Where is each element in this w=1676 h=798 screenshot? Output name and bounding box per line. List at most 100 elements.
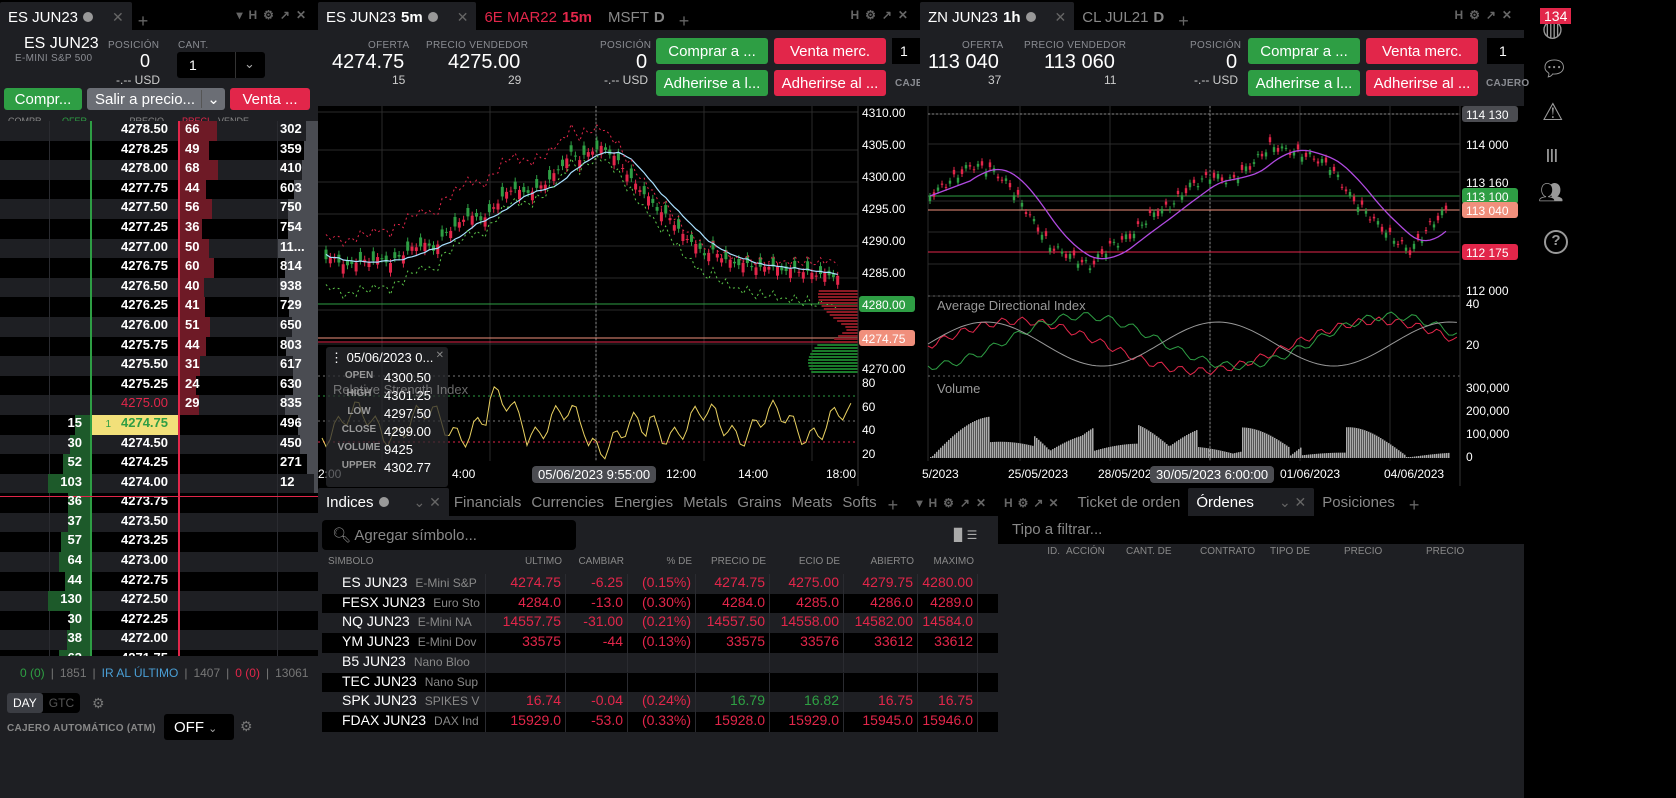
sell-market-button[interactable]: Venta merc.	[774, 38, 886, 64]
price-cell[interactable]: 4275.00	[92, 395, 178, 415]
panel-tools-icons[interactable]: H⚙↗✕	[850, 8, 914, 22]
ladder-row[interactable]: 4277.25 36 754	[0, 218, 318, 239]
tab-positions[interactable]: Posiciones	[1314, 488, 1403, 516]
price-cell[interactable]: 4276.75	[92, 258, 178, 278]
add-tab-icon[interactable]: +	[673, 11, 696, 32]
ask-cell[interactable]: 66	[178, 121, 224, 141]
bid-cell[interactable]: 57	[50, 532, 92, 553]
tab-currencies[interactable]: Currencies	[526, 488, 609, 516]
buy-cell[interactable]	[0, 414, 50, 435]
sell-cell[interactable]	[224, 258, 278, 278]
column-header[interactable]: ÚLTIMO	[486, 556, 566, 572]
drag-handle-icon[interactable]: ⋮	[330, 350, 343, 365]
goto-last-link[interactable]: IR AL ÚLTIMO	[102, 666, 179, 682]
ask-cell[interactable]	[178, 434, 224, 455]
ask-cell[interactable]: 40	[178, 277, 224, 298]
ladder-row[interactable]: 4275.25 24 630	[0, 375, 318, 396]
sell-cell[interactable]	[224, 512, 278, 533]
ask-cell[interactable]	[178, 650, 224, 656]
buy-cell[interactable]	[0, 395, 50, 415]
exit-at-price-button[interactable]: Salir a precio... ⌄	[87, 88, 225, 110]
bid-cell[interactable]: 64	[50, 552, 92, 572]
ladder-row[interactable]: 4277.50 56 750	[0, 199, 318, 219]
close-icon[interactable]: ✕	[112, 9, 124, 26]
column-header[interactable]: ABIERTO	[844, 556, 918, 572]
sell-cell[interactable]	[224, 356, 278, 376]
tab-softs[interactable]: Softs	[837, 488, 881, 516]
symbol-search-input[interactable]: 🔍︎ Agregar símbolo...	[322, 520, 576, 550]
ask-cell[interactable]: 60	[178, 258, 224, 278]
buy-cell[interactable]	[0, 238, 50, 259]
add-tab-icon[interactable]: +	[132, 11, 155, 32]
ask-cell[interactable]: 50	[178, 238, 224, 259]
bid-cell[interactable]	[50, 140, 92, 161]
ask-cell[interactable]	[178, 571, 224, 592]
sell-cell[interactable]	[224, 160, 278, 180]
watchlist-row[interactable]: B5 JUN23 Nano Bloo	[322, 652, 998, 673]
tif-day[interactable]: DAY	[7, 693, 43, 713]
price-cell[interactable]: 4278.25	[92, 141, 178, 161]
ask-cell[interactable]	[178, 473, 224, 494]
orders-column-header[interactable]: ID.	[998, 546, 1060, 562]
ask-cell[interactable]: 31	[178, 356, 224, 376]
buy-cell[interactable]	[0, 610, 50, 631]
ladder-row[interactable]: 4278.00 68 410	[0, 160, 318, 180]
ladder-row[interactable]: 4275.00 29 835	[0, 395, 318, 415]
watchlist-row[interactable]: SPK JUN23 SPIKES V 16.74 -0.04 (0.24%) 16.79 1…	[322, 692, 998, 712]
bid-cell[interactable]: 130	[48, 591, 92, 611]
bid-cell[interactable]: 38	[50, 630, 92, 651]
panel-tools-icons[interactable]: H⚙↗✕	[998, 496, 1070, 516]
atm-select[interactable]: OFF ⌄	[164, 714, 234, 740]
tab-es-5m[interactable]: ES JUN23 5m ✕	[318, 2, 477, 32]
add-tab-icon[interactable]: +	[1172, 11, 1195, 32]
price-cell[interactable]: 1 4274.75	[92, 414, 178, 435]
tab-6e-15m[interactable]: 6E MAR22 15m	[476, 2, 600, 32]
tif-toggle[interactable]: DAY GTC	[7, 693, 81, 713]
close-icon[interactable]: ⌄ ✕	[414, 494, 441, 511]
tab-energies[interactable]: Energies	[609, 488, 678, 516]
tab-dom-es[interactable]: ES JUN23 ✕	[0, 2, 132, 32]
watchlist-row[interactable]: YM JUN23 E-Mini Dov 33575 -44 (0.13%) 33575 33…	[322, 633, 998, 653]
alert-icon[interactable]: ⚠	[1542, 98, 1564, 127]
chart2-canvas[interactable]: 114 130 114 000 113 160113 100113 040 112 1…	[920, 106, 1524, 486]
ask-cell[interactable]	[178, 630, 224, 651]
buy-button[interactable]: Compr...	[4, 88, 82, 110]
price-cell[interactable]: 4275.25	[92, 376, 178, 396]
sell-cell[interactable]	[224, 532, 278, 553]
qty-input[interactable]: 1 ⌄	[177, 52, 265, 78]
tif-gtc[interactable]: GTC	[43, 693, 80, 713]
ask-cell[interactable]	[178, 512, 224, 533]
buy-cell[interactable]	[0, 375, 50, 396]
tab-grains[interactable]: Grains	[732, 488, 786, 516]
bid-cell[interactable]	[50, 258, 92, 278]
price-cell[interactable]: 4273.25	[92, 532, 178, 552]
panel-tools-icons[interactable]: ▾H⚙↗✕	[236, 8, 312, 22]
price-cell[interactable]: 4277.25	[92, 219, 178, 239]
bid-cell[interactable]	[50, 297, 92, 317]
bid-cell[interactable]	[50, 179, 92, 200]
sell-market-button[interactable]: Venta merc.	[1366, 38, 1478, 64]
buy-cell[interactable]	[0, 356, 50, 376]
bid-cell[interactable]: 103	[48, 473, 92, 494]
ladder-row[interactable]: 4276.25 41 729	[0, 297, 318, 317]
sell-cell[interactable]	[224, 454, 278, 474]
tab-cl-d[interactable]: CL JUL21 D	[1074, 2, 1172, 32]
buy-cell[interactable]	[0, 336, 50, 357]
symbol-cell[interactable]: ES JUN23 E-Mini S&P	[322, 574, 486, 594]
bid-cell[interactable]	[50, 336, 92, 357]
ask-cell[interactable]	[178, 414, 224, 435]
price-cell[interactable]: 4277.50	[92, 199, 178, 219]
buy-cell[interactable]	[0, 297, 50, 317]
orders-column-header[interactable]: CONTRATO	[1194, 546, 1264, 562]
buy-cell[interactable]	[0, 140, 50, 161]
price-cell[interactable]: 4277.75	[92, 180, 178, 200]
orders-column-header[interactable]: TIPO DE	[1264, 546, 1338, 562]
tab-orders[interactable]: Órdenes ⌄ ✕	[1188, 488, 1315, 516]
buy-cell[interactable]	[0, 473, 50, 494]
close-icon[interactable]: ✕	[1055, 9, 1067, 26]
buy-cell[interactable]	[0, 121, 50, 141]
ladder-row[interactable]: 4278.25 49 359	[0, 140, 318, 161]
ladder-row[interactable]: 4276.75 60 814	[0, 258, 318, 278]
ask-cell[interactable]	[178, 532, 224, 553]
bid-cell[interactable]: 37	[50, 512, 92, 533]
